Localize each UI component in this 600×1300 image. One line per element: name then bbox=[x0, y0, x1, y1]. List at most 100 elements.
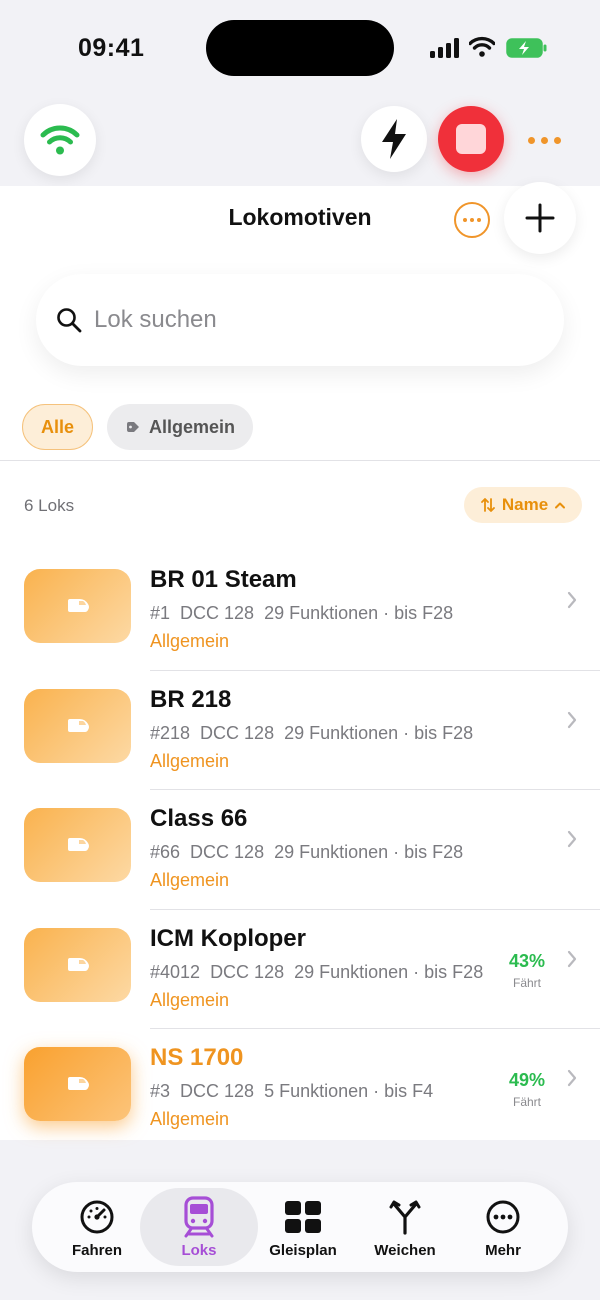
locomotive-functions: 29 Funktionen · bis F28 bbox=[274, 842, 464, 862]
tab-weichen[interactable]: Weichen bbox=[350, 1188, 460, 1266]
locomotive-thumbnail bbox=[24, 808, 131, 882]
wifi-connected-icon bbox=[40, 125, 80, 155]
locomotive-speed: 43% Fährt bbox=[500, 951, 554, 990]
locomotive-glyph-icon bbox=[67, 1077, 89, 1090]
sort-button[interactable]: Name bbox=[464, 487, 582, 523]
tab-label: Weichen bbox=[374, 1241, 436, 1259]
locomotive-functions: 5 Funktionen · bis F4 bbox=[264, 1081, 434, 1101]
locomotive-meta: #4012 DCC 128 29 Funktionen · bis F28 bbox=[150, 962, 493, 983]
locomotive-protocol: DCC 128 bbox=[180, 603, 255, 623]
chevron-right-icon bbox=[567, 1069, 577, 1087]
locomotive-protocol: DCC 128 bbox=[200, 722, 275, 743]
cellular-signal-icon bbox=[430, 38, 460, 58]
locomotive-protocol: DCC 128 bbox=[180, 1081, 255, 1101]
row-separator bbox=[150, 908, 600, 910]
chevron-up-icon bbox=[555, 502, 566, 509]
speedometer-icon bbox=[79, 1196, 115, 1238]
title-more-button[interactable] bbox=[454, 202, 490, 238]
filter-chips: Alle Allgemein bbox=[22, 404, 254, 450]
sort-label: Name bbox=[501, 495, 549, 514]
tab-label: Loks bbox=[181, 1241, 217, 1259]
more-circle-icon bbox=[485, 1196, 521, 1238]
tab-label: Fahren bbox=[71, 1241, 122, 1259]
locomotive-name: NS 1700 bbox=[150, 1044, 244, 1071]
search-icon bbox=[57, 308, 82, 333]
tab-loks[interactable]: Loks bbox=[140, 1188, 258, 1266]
locomotive-thumbnail bbox=[24, 1047, 131, 1121]
locomotive-glyph-icon bbox=[67, 599, 89, 612]
locomotive-category: Allgemein bbox=[150, 870, 230, 890]
row-separator bbox=[150, 1028, 600, 1029]
locomotive-name: Class 66 bbox=[150, 805, 248, 832]
locomotive-address: #4012 bbox=[150, 961, 201, 982]
chevron-right-icon bbox=[567, 830, 577, 848]
locomotive-name: BR 01 Steam bbox=[150, 566, 297, 593]
speed-status: Fährt bbox=[512, 975, 541, 990]
locomotive-row[interactable]: Class 66 #66 DCC 128 29 Funktionen · bis F2… bbox=[0, 789, 600, 909]
locomotive-name: ICM Koploper bbox=[150, 924, 306, 952]
locomotive-speed: 49% Fährt bbox=[500, 1070, 554, 1109]
locomotive-address: #218 bbox=[150, 722, 191, 743]
plus-icon bbox=[525, 203, 555, 233]
add-locomotive-button[interactable] bbox=[504, 182, 576, 254]
tab-mehr[interactable]: Mehr bbox=[448, 1188, 558, 1266]
locomotive-thumbnail bbox=[24, 927, 131, 1002]
connection-button[interactable] bbox=[24, 104, 96, 176]
tab-bar: Fahren Loks Gleisplan Weichen Mehr bbox=[32, 1182, 568, 1272]
locomotive-glyph-icon bbox=[67, 718, 89, 732]
search-input[interactable] bbox=[94, 306, 514, 334]
filter-chip-allgemein[interactable]: Allgemein bbox=[107, 404, 254, 450]
chevron-right-icon bbox=[567, 950, 577, 967]
locomotive-category: Allgemein bbox=[150, 1109, 230, 1129]
locomotive-address: #1 bbox=[150, 603, 171, 623]
battery-charging-icon bbox=[506, 38, 547, 58]
locomotive-meta: #3 DCC 128 5 Funktionen · bis F4 bbox=[150, 1081, 443, 1102]
speed-value: 43% bbox=[508, 950, 546, 971]
locomotive-thumbnail bbox=[24, 688, 131, 763]
locomotive-row[interactable]: BR 218 #218 DCC 128 29 Funktionen · bis F28… bbox=[0, 669, 600, 790]
chevron-right-icon bbox=[567, 591, 577, 609]
locomotive-glyph-icon bbox=[67, 838, 89, 851]
filter-chip-all[interactable]: Alle bbox=[22, 404, 94, 450]
emergency-stop-button[interactable] bbox=[438, 106, 504, 172]
tab-gleisplan[interactable]: Gleisplan bbox=[248, 1188, 358, 1266]
locomotive-functions: 29 Funktionen · bis F28 bbox=[264, 603, 454, 623]
locomotive-address: #66 bbox=[150, 842, 181, 862]
lightning-icon bbox=[382, 119, 406, 159]
locomotive-category: Allgemein bbox=[150, 989, 230, 1010]
dynamic-island bbox=[206, 20, 394, 76]
stop-icon bbox=[456, 124, 486, 154]
sort-arrows-icon bbox=[480, 498, 495, 512]
locomotive-meta: #1 DCC 128 29 Funktionen · bis F28 bbox=[150, 603, 463, 624]
track-power-button[interactable] bbox=[361, 106, 427, 172]
status-bar: 09:41 bbox=[0, 0, 600, 96]
chevron-right-icon bbox=[567, 711, 577, 728]
locomotive-meta: #218 DCC 128 29 Funktionen · bis F28 bbox=[150, 723, 483, 744]
filter-chip-allgemein-label: Allgemein bbox=[149, 416, 236, 437]
locomotive-category: Allgemein bbox=[150, 750, 230, 771]
locomotive-functions: 29 Funktionen · bis F28 bbox=[284, 722, 474, 743]
locomotive-functions: 29 Funktionen · bis F28 bbox=[294, 961, 484, 982]
locomotives-sheet: Lokomotiven Alle Allgemein 6 Loks Name bbox=[0, 182, 600, 1140]
speed-value: 49% bbox=[508, 1070, 546, 1090]
locomotive-row[interactable]: BR 01 Steam #1 DCC 128 29 Funktionen · bis … bbox=[0, 550, 600, 670]
locomotive-thumbnail bbox=[24, 569, 131, 643]
locomotive-list: BR 01 Steam #1 DCC 128 29 Funktionen · bis … bbox=[0, 550, 600, 1148]
locomotive-row[interactable]: NS 1700 #3 DCC 128 5 Funktionen · bis F4 All… bbox=[0, 1028, 600, 1148]
locomotive-protocol: DCC 128 bbox=[190, 842, 265, 862]
locomotive-name: BR 218 bbox=[150, 685, 232, 713]
row-separator bbox=[150, 669, 600, 671]
top-controls bbox=[0, 100, 600, 186]
more-options-button[interactable] bbox=[528, 130, 568, 150]
row-separator bbox=[150, 789, 600, 790]
loco-count: 6 Loks bbox=[24, 496, 75, 515]
tab-fahren[interactable]: Fahren bbox=[42, 1188, 152, 1266]
locomotive-category: Allgemein bbox=[150, 631, 230, 651]
search-bar[interactable] bbox=[36, 274, 564, 366]
tab-label: Mehr bbox=[485, 1241, 521, 1259]
status-time: 09:41 bbox=[78, 34, 145, 62]
locomotive-row[interactable]: ICM Koploper #4012 DCC 128 29 Funktionen · … bbox=[0, 908, 600, 1029]
train-icon bbox=[182, 1195, 216, 1238]
divider bbox=[0, 460, 600, 461]
grid-icon bbox=[284, 1196, 322, 1238]
